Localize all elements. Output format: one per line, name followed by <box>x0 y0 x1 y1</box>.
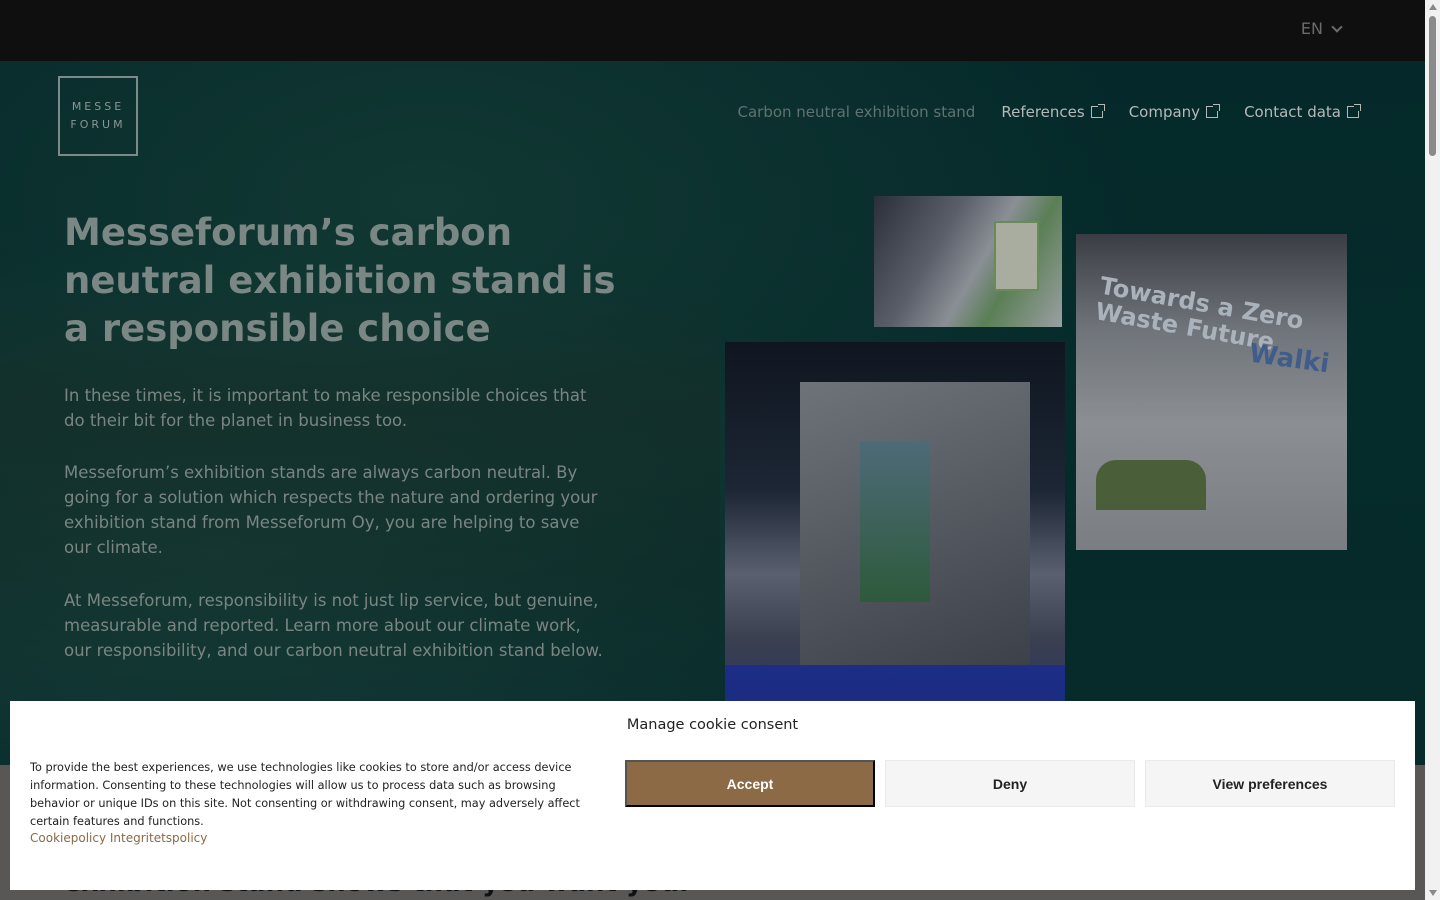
scrollbar-thumb[interactable] <box>1429 16 1436 156</box>
cookie-links: Cookiepolicy Integritetspolicy <box>30 831 207 845</box>
deny-button[interactable]: Deny <box>885 760 1135 807</box>
nav-references[interactable]: References <box>1001 103 1105 121</box>
main-nav: Carbon neutral exhibition stand Referenc… <box>737 103 1361 121</box>
nav-carbon-neutral[interactable]: Carbon neutral exhibition stand <box>737 103 975 121</box>
external-link-icon <box>1347 104 1361 118</box>
cookie-consent-banner: Manage cookie consent To provide the bes… <box>10 701 1415 890</box>
hero-paragraph-1: In these times, it is important to make … <box>64 386 587 430</box>
top-bar: EN <box>0 0 1425 61</box>
language-selector[interactable]: EN <box>1300 19 1343 38</box>
scroll-up-icon[interactable] <box>1429 4 1437 10</box>
nav-label: References <box>1001 103 1085 121</box>
language-label: EN <box>1300 19 1323 38</box>
nav-label: Company <box>1128 103 1201 121</box>
cookiepolicy-link[interactable]: Cookiepolicy <box>30 831 106 845</box>
plants <box>1096 460 1206 510</box>
cookie-title: Manage cookie consent <box>626 717 799 733</box>
cookie-text: To provide the best experiences, we use … <box>30 761 580 828</box>
hero-paragraph-3: At Messeforum, responsibility is not jus… <box>64 591 603 660</box>
messeforum-logo[interactable]: MESSE FORUM <box>58 76 138 156</box>
integritetspolicy-link[interactable]: Integritetspolicy <box>110 831 208 845</box>
page-title: Messeforum’s carbon neutral exhibition s… <box>64 211 616 350</box>
hero-section: MESSE FORUM Carbon neutral exhibition st… <box>0 61 1425 765</box>
nav-label: Carbon neutral exhibition stand <box>737 103 976 121</box>
logo-line-1: MESSE <box>71 100 125 113</box>
exhibition-photo-detail <box>874 196 1062 327</box>
certificate-sign <box>994 221 1039 291</box>
chevron-down-icon <box>1331 20 1343 33</box>
hero-paragraph-2: Messeforum’s exhibition stands are alway… <box>64 463 598 557</box>
view-preferences-button[interactable]: View preferences <box>1145 760 1395 807</box>
scroll-down-icon[interactable] <box>1429 890 1437 896</box>
forest-panel <box>860 442 930 602</box>
accept-button[interactable]: Accept <box>625 760 875 807</box>
external-link-icon <box>1090 104 1105 118</box>
nav-contact-data[interactable]: Contact data <box>1244 103 1361 121</box>
logo-line-2: FORUM <box>70 118 126 131</box>
external-link-icon <box>1206 104 1221 118</box>
scrollbar[interactable] <box>1425 0 1440 900</box>
nav-label: Contact data <box>1244 103 1341 121</box>
nav-company[interactable]: Company <box>1128 103 1221 121</box>
exhibition-photo-walki: Towards a Zero Waste Future Walki <box>1076 234 1347 550</box>
